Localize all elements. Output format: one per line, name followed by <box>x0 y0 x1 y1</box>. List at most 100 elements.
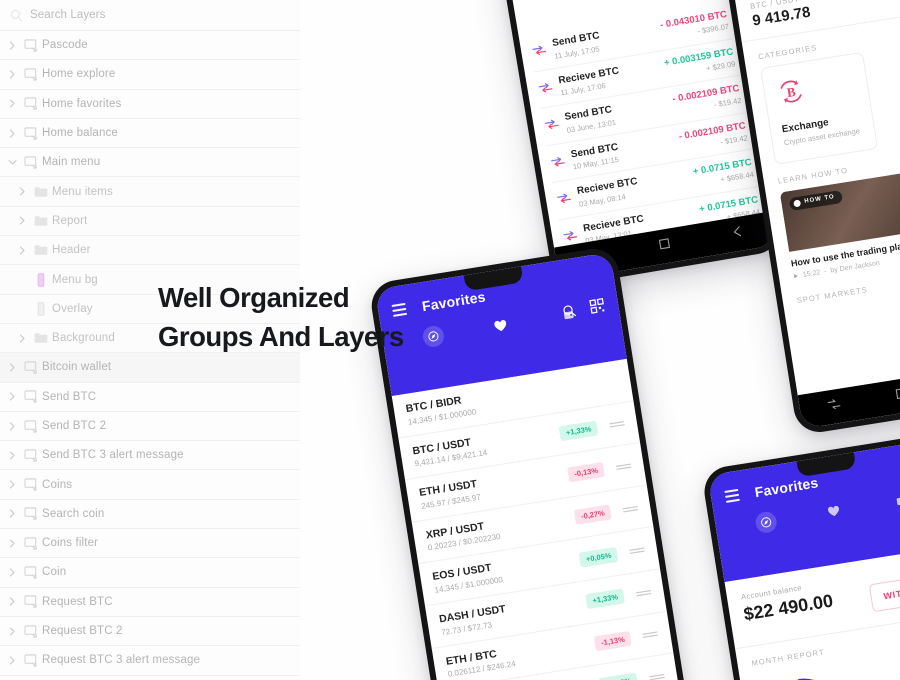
layer-row-home-explore[interactable]: Home explore <box>0 60 300 90</box>
layer-row-coin[interactable]: Coin <box>0 558 300 588</box>
chevron-right-icon[interactable] <box>4 421 20 431</box>
chevron-right-icon[interactable] <box>14 334 30 343</box>
favorites-list[interactable]: BTC / BIDR 14,345 / $1.000000 BTC / USDT… <box>391 358 681 680</box>
transfer-arrows-icon <box>556 189 573 209</box>
tab-compass[interactable] <box>754 510 779 535</box>
play-small-icon <box>793 274 798 279</box>
layer-row-send-btc-3-alert-message[interactable]: Send BTC 3 alert message <box>0 441 300 471</box>
artboard-icon <box>20 624 42 638</box>
home-square-icon[interactable] <box>657 236 673 256</box>
svg-text:B: B <box>786 84 797 100</box>
layer-label: Home favorites <box>42 97 122 110</box>
artboard-icon <box>20 156 42 169</box>
transfer-arrows-icon <box>531 42 548 62</box>
layer-label: Search coin <box>42 507 105 520</box>
change-badge: -0,27% <box>574 504 612 525</box>
layer-row-coins[interactable]: Coins <box>0 470 300 500</box>
chevron-right-icon[interactable] <box>4 568 20 577</box>
group-icon <box>30 244 52 256</box>
layer-row-menu-items[interactable]: Menu items <box>0 177 300 207</box>
tab-favorites[interactable] <box>822 500 846 524</box>
layer-label: Request BTC 3 alert message <box>42 654 201 667</box>
tab-wallet[interactable] <box>890 489 900 513</box>
tab-wallet[interactable] <box>557 303 581 327</box>
chevron-right-icon[interactable] <box>4 99 20 108</box>
chevron-right-icon[interactable] <box>4 41 20 50</box>
layer-row-request-btc[interactable]: Request BTC <box>0 588 300 617</box>
layer-row-request-btc-2[interactable]: Request BTC 2 <box>0 617 300 647</box>
layer-row-pascode[interactable]: Pascode <box>0 31 300 61</box>
chevron-right-icon[interactable] <box>4 128 20 138</box>
chevron-right-icon[interactable] <box>4 451 20 460</box>
month-report-donut-chart <box>754 668 853 680</box>
change-badge: +0,09% <box>598 672 639 680</box>
transfer-arrows-icon <box>543 116 560 136</box>
search-icon <box>10 9 23 22</box>
tab-compass[interactable] <box>421 324 446 349</box>
chevron-right-icon[interactable] <box>4 656 20 665</box>
layer-row-header[interactable]: Header <box>0 236 300 266</box>
layer-row-btc-address[interactable]: BTC Address <box>0 676 300 680</box>
artboard-icon <box>20 566 42 579</box>
layer-row-home-balance[interactable]: Home balance <box>0 119 300 149</box>
layer-row-coins-filter[interactable]: Coins filter <box>0 529 300 559</box>
hamburger-icon[interactable] <box>724 489 740 503</box>
chevron-right-icon[interactable] <box>4 480 20 489</box>
layer-label: Main menu <box>42 156 101 169</box>
recents-icon[interactable] <box>826 397 842 417</box>
artboard-icon <box>20 390 42 403</box>
artboard-icon <box>20 654 42 667</box>
sparkline-icon <box>608 415 627 435</box>
chevron-right-icon[interactable] <box>4 509 20 518</box>
layer-label: Overlay <box>52 302 93 315</box>
group-icon <box>30 332 52 344</box>
search-input[interactable] <box>30 9 230 21</box>
layer-row-search-coin[interactable]: Search coin <box>0 500 300 530</box>
chevron-right-icon[interactable] <box>4 392 20 401</box>
artboard-icon <box>20 68 42 81</box>
home-square-icon[interactable] <box>893 386 900 406</box>
sparkline-icon <box>614 457 633 477</box>
change-badge: +0,05% <box>578 546 619 568</box>
chevron-right-icon[interactable] <box>14 187 30 196</box>
shape-gray-icon <box>30 302 52 316</box>
tab-favorites[interactable] <box>489 314 513 338</box>
layer-row-send-btc-2[interactable]: Send BTC 2 <box>0 412 300 442</box>
layer-label: Home explore <box>42 68 116 81</box>
layer-row-request-btc-3-alert-message[interactable]: Request BTC 3 alert message <box>0 646 300 676</box>
layer-row-main-menu[interactable]: Main menu <box>0 148 300 178</box>
chevron-right-icon[interactable] <box>4 539 20 548</box>
phone-favorites: Favorites BTC / BIDR 14,345 / $1.000000 … <box>367 245 691 680</box>
layer-row-report[interactable]: Report <box>0 206 300 237</box>
month-selector[interactable]: December <box>856 675 900 680</box>
chevron-right-icon[interactable] <box>4 70 20 79</box>
layer-label: Menu items <box>52 185 113 198</box>
sparkline-icon <box>634 583 653 603</box>
transfer-arrows-icon <box>550 153 567 173</box>
category-card-exchange[interactable]: B Exchange Crypto asset exchange <box>760 51 879 165</box>
change-badge: -0,13% <box>567 462 606 483</box>
layer-row-bitcoin-wallet[interactable]: Bitcoin wallet <box>0 353 300 383</box>
withdraw-button[interactable]: WITHDRAW <box>868 571 900 613</box>
layer-row-home-favorites[interactable]: Home favorites <box>0 90 300 119</box>
chevron-down-icon[interactable] <box>4 159 20 166</box>
sparkline-icon <box>628 541 647 561</box>
chevron-right-icon[interactable] <box>14 216 30 225</box>
chevron-right-icon[interactable] <box>4 363 20 372</box>
artboard-icon <box>20 595 42 608</box>
search-layers-row[interactable] <box>0 0 300 31</box>
chevron-right-icon[interactable] <box>4 597 20 606</box>
layer-label: Pascode <box>42 39 88 52</box>
layer-label: Menu bg <box>52 273 98 286</box>
change-badge: +1,33% <box>558 420 599 442</box>
bitcoin-exchange-icon: B <box>777 80 809 112</box>
android-navbar[interactable] <box>797 363 900 429</box>
chevron-right-icon[interactable] <box>14 246 30 255</box>
back-arrow-icon[interactable] <box>730 224 746 244</box>
layer-label: Request BTC <box>42 595 113 608</box>
group-icon <box>30 215 52 227</box>
sparkline-icon <box>648 667 667 680</box>
layer-row-send-btc[interactable]: Send BTC <box>0 383 300 412</box>
chevron-right-icon[interactable] <box>4 627 20 636</box>
layer-label: Background <box>52 332 115 345</box>
